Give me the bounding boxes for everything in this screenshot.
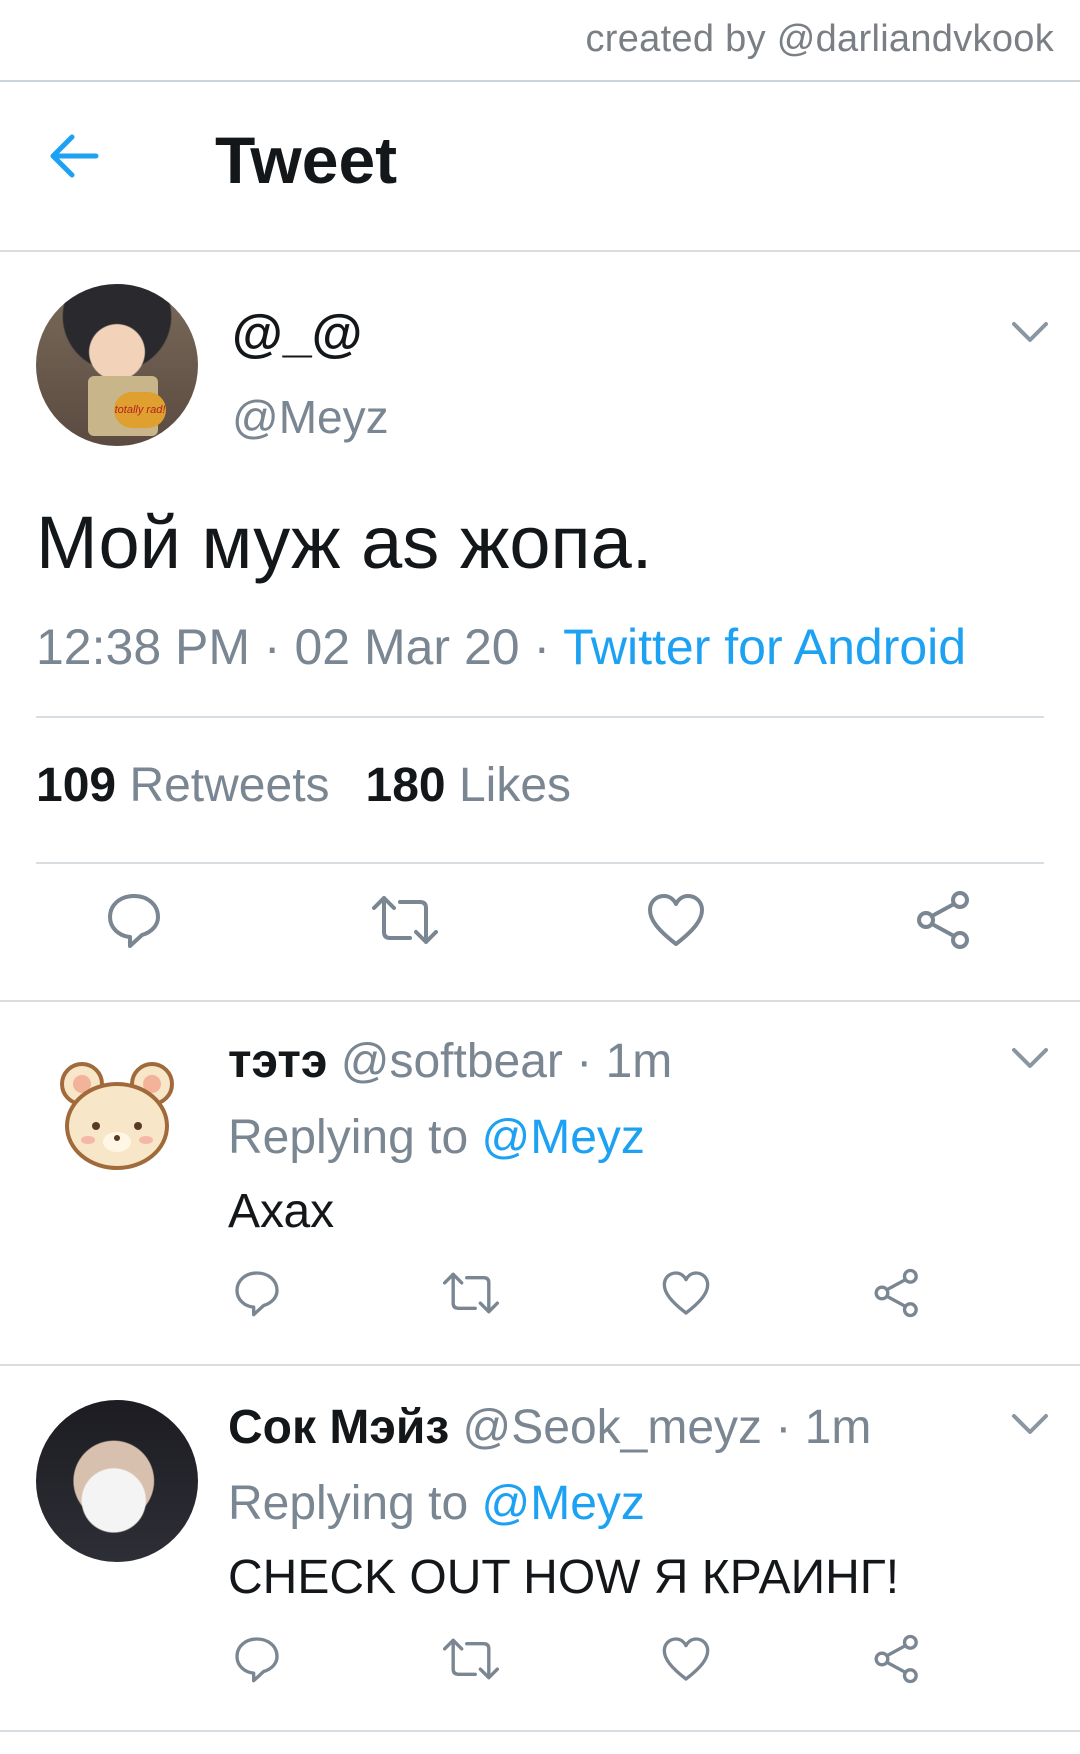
chevron-down-icon[interactable] xyxy=(1010,1410,1050,1438)
reply-icon xyxy=(235,1637,279,1683)
share-button[interactable] xyxy=(872,1268,922,1318)
retweets-count: 109 xyxy=(36,759,117,812)
meta-sep: · xyxy=(762,1401,805,1454)
avatar-sticker: totally rad! xyxy=(114,392,166,428)
reply-header: Сок Мэйз @Seok_meyz · 1m xyxy=(228,1400,871,1455)
meta-sep: · xyxy=(562,1035,606,1088)
retweets-label: Retweets xyxy=(129,759,330,812)
handle[interactable]: @Seok_meyz xyxy=(463,1401,763,1454)
like-button[interactable] xyxy=(646,890,706,950)
reply-time: 1m xyxy=(605,1035,673,1088)
reply-icon xyxy=(108,894,160,948)
retweet-button[interactable] xyxy=(443,1634,500,1684)
display-name[interactable]: @_@ xyxy=(232,304,362,364)
reply-time: 1m xyxy=(804,1401,872,1454)
reply-tweet[interactable]: Сок Мэйз @Seok_meyz · 1m Replying to @Me… xyxy=(0,1366,1080,1732)
chevron-down-icon[interactable] xyxy=(1010,318,1050,346)
retweet-icon xyxy=(372,896,438,944)
mention-link[interactable]: @Meyz xyxy=(481,1111,644,1164)
credit-text: created by @darliandvkook xyxy=(585,18,1054,60)
reply-button[interactable] xyxy=(232,1268,282,1318)
meta-sep: · xyxy=(519,619,564,675)
handle[interactable]: @Meyz xyxy=(232,390,389,444)
heart-icon xyxy=(648,894,704,946)
likes-label: Likes xyxy=(458,759,572,812)
tweet-source-link[interactable]: Twitter for Android xyxy=(563,619,966,675)
heart-icon xyxy=(662,1637,709,1681)
reply-header: тэтэ @softbear · 1m xyxy=(228,1034,672,1089)
likes-count: 180 xyxy=(365,759,446,812)
share-icon xyxy=(874,1634,918,1684)
divider xyxy=(36,862,1044,864)
reply-icon xyxy=(235,1271,279,1317)
credit-banner: created by @darliandvkook xyxy=(0,0,1080,82)
bear-icon xyxy=(60,1062,174,1170)
share-icon xyxy=(874,1268,918,1318)
replying-to: Replying to @Meyz xyxy=(228,1110,645,1165)
replying-to: Replying to @Meyz xyxy=(228,1476,645,1531)
retweet-button[interactable] xyxy=(443,1268,500,1318)
main-tweet: totally rad! @_@ @Meyz Мой муж as жопа. … xyxy=(0,250,1080,1002)
reply-text: CHECK OUT HOW Я КРАИНГ! xyxy=(228,1551,900,1604)
like-button[interactable] xyxy=(661,1634,711,1684)
avatar[interactable]: totally rad! xyxy=(36,284,198,446)
app-header: Tweet xyxy=(0,82,1080,252)
avatar[interactable] xyxy=(36,1034,198,1196)
heart-icon xyxy=(662,1271,709,1315)
display-name[interactable]: Сок Мэйз xyxy=(228,1401,449,1454)
retweet-icon xyxy=(443,1638,500,1680)
share-icon xyxy=(917,891,969,949)
retweet-icon xyxy=(443,1272,500,1314)
share-button[interactable] xyxy=(914,890,974,950)
reply-tweet[interactable]: тэтэ @softbear · 1m Replying to @Meyz Ах… xyxy=(0,1000,1080,1366)
share-button[interactable] xyxy=(872,1634,922,1684)
arrow-left-icon xyxy=(50,134,99,178)
avatar[interactable] xyxy=(36,1400,198,1562)
tweet-date: 02 Mar 20 xyxy=(294,619,520,675)
divider xyxy=(36,716,1044,718)
handle[interactable]: @softbear xyxy=(341,1035,563,1088)
retweet-button[interactable] xyxy=(372,890,438,950)
back-button[interactable] xyxy=(44,126,104,186)
reply-button[interactable] xyxy=(104,890,164,950)
display-name[interactable]: тэтэ xyxy=(228,1035,327,1088)
tweet-actions xyxy=(104,890,974,950)
chevron-down-icon[interactable] xyxy=(1010,1044,1050,1072)
mention-link[interactable]: @Meyz xyxy=(481,1477,644,1530)
likes-stat[interactable]: 180 Likes xyxy=(366,759,572,812)
replying-label: Replying to xyxy=(228,1111,469,1164)
tweet-time: 12:38 PM xyxy=(36,619,251,675)
like-button[interactable] xyxy=(661,1268,711,1318)
retweets-stat[interactable]: 109 Retweets xyxy=(36,759,330,812)
reply-actions xyxy=(232,1634,922,1684)
page-title: Tweet xyxy=(215,123,398,197)
reply-button[interactable] xyxy=(232,1634,282,1684)
meta-sep: · xyxy=(250,619,295,675)
replying-label: Replying to xyxy=(228,1477,469,1530)
reply-actions xyxy=(232,1268,922,1318)
tweet-stats: 109 Retweets 180 Likes xyxy=(36,758,571,813)
tweet-text: Мой муж as жопа. xyxy=(36,501,653,584)
tweet-meta: 12:38 PM · 02 Mar 20 · Twitter for Andro… xyxy=(36,618,966,676)
reply-text: Ахах xyxy=(228,1185,335,1238)
